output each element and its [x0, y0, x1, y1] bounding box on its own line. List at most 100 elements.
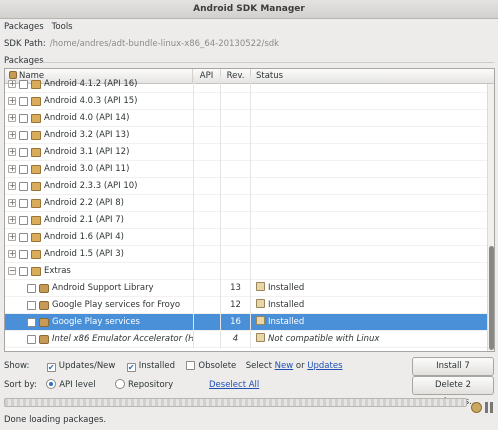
table-row[interactable]: + Android 2.2 (API 8) [5, 195, 488, 212]
row-status-cell: Installed [251, 280, 488, 297]
table-row[interactable]: + Android 4.0 (API 14) [5, 110, 488, 127]
section-divider [42, 62, 494, 63]
expand-icon[interactable]: + [8, 216, 16, 224]
expand-icon[interactable]: + [8, 131, 16, 139]
expand-icon[interactable]: + [8, 182, 16, 190]
row-api-cell [193, 195, 221, 212]
installed-checkbox[interactable]: ✔ [126, 363, 136, 372]
row-checkbox[interactable] [19, 250, 28, 259]
row-checkbox[interactable] [27, 318, 36, 327]
expand-icon[interactable]: + [8, 114, 16, 122]
row-name-cell: Google Play services [5, 314, 193, 331]
folder-icon [31, 114, 41, 123]
table-row[interactable]: + Android 3.2 (API 13) [5, 127, 488, 144]
row-checkbox[interactable] [27, 335, 36, 344]
row-checkbox[interactable] [19, 80, 28, 89]
row-rev-cell [221, 144, 251, 161]
install-packages-button[interactable]: Install 7 packages... [412, 357, 494, 388]
table-row[interactable]: + Android 1.5 (API 3) [5, 246, 488, 263]
scrollbar-thumb[interactable] [489, 246, 494, 350]
row-name-label: Android 2.2 (API 8) [44, 198, 124, 208]
table-row[interactable]: + Android 1.6 (API 4) [5, 229, 488, 246]
row-checkbox[interactable] [19, 165, 28, 174]
expand-icon[interactable]: + [8, 199, 16, 207]
vertical-scrollbar[interactable] [487, 84, 494, 351]
row-api-cell [193, 76, 221, 93]
table-row[interactable]: + Android 3.0 (API 11) [5, 161, 488, 178]
row-rev-cell [221, 161, 251, 178]
select-updates-link[interactable]: Updates [307, 361, 342, 371]
row-status-cell: Not compatible with Linux [251, 331, 488, 348]
row-rev-cell [221, 110, 251, 127]
stop-icon[interactable] [471, 402, 482, 413]
obsolete-checkbox[interactable] [186, 361, 196, 370]
table-row[interactable]: + Android 3.1 (API 12) [5, 144, 488, 161]
row-name-cell: + Android 4.1.2 (API 16) [5, 76, 193, 93]
row-rev-cell [221, 127, 251, 144]
row-status-cell [251, 144, 488, 161]
table-row[interactable]: + Android 2.3.3 (API 10) [5, 178, 488, 195]
window-title: Android SDK Manager [193, 4, 305, 14]
sdk-path-value: /home/andres/adt-bundle-linux-x86_64-201… [49, 39, 280, 49]
row-name-label: Android Support Library [52, 283, 154, 293]
deselect-all-link[interactable]: Deselect All [209, 377, 259, 393]
table-row[interactable]: Google Play services 16 Installed [5, 314, 488, 331]
row-name-label: Android 3.2 (API 13) [44, 130, 130, 140]
package-icon [39, 284, 49, 293]
expand-icon[interactable]: + [8, 80, 16, 88]
table-row[interactable]: + Android 2.1 (API 7) [5, 212, 488, 229]
row-checkbox[interactable] [19, 267, 28, 276]
row-name-cell: − Extras [5, 263, 193, 280]
expand-icon[interactable]: + [8, 148, 16, 156]
select-label: Select [245, 361, 272, 371]
table-row[interactable]: − Extras [5, 263, 488, 280]
updates-new-checkbox[interactable]: ✔ [46, 363, 56, 372]
collapse-icon[interactable]: − [8, 267, 16, 275]
row-checkbox[interactable] [27, 284, 36, 293]
row-name-cell: + Android 4.0 (API 14) [5, 110, 193, 127]
row-name-label: Intel x86 Emulator Accelerator (HAXM in [52, 334, 193, 344]
select-new-link[interactable]: New [275, 361, 294, 371]
expand-icon[interactable]: + [8, 233, 16, 241]
folder-icon [31, 165, 41, 174]
delete-packages-button[interactable]: Delete 2 packages... [412, 376, 494, 407]
folder-icon [31, 250, 41, 259]
row-status-cell [251, 161, 488, 178]
row-api-cell [193, 93, 221, 110]
row-name-label: Extras [44, 266, 71, 276]
show-label: Show: [4, 361, 30, 371]
or-label: or [295, 361, 305, 371]
table-row[interactable]: Intel x86 Emulator Accelerator (HAXM in 4… [5, 331, 488, 348]
row-checkbox[interactable] [19, 131, 28, 140]
row-status-cell: Installed [251, 297, 488, 314]
status-text: Done loading packages. [4, 415, 107, 425]
expand-icon[interactable]: + [8, 250, 16, 258]
row-checkbox[interactable] [19, 216, 28, 225]
row-checkbox[interactable] [27, 301, 36, 310]
table-row[interactable]: Android Support Library 13 Installed [5, 280, 488, 297]
row-checkbox[interactable] [19, 148, 28, 157]
row-checkbox[interactable] [19, 97, 28, 106]
row-rev-cell [221, 76, 251, 93]
show-options: Show: ✔ Updates/New ✔ Installed Obsolete S… [4, 358, 343, 374]
row-checkbox[interactable] [19, 199, 28, 208]
window-titlebar[interactable]: Android SDK Manager [0, 0, 498, 19]
expand-icon[interactable]: + [8, 165, 16, 173]
row-api-cell [193, 178, 221, 195]
api-level-radio[interactable] [46, 379, 57, 389]
table-row[interactable]: + Android 4.0.3 (API 15) [5, 93, 488, 110]
menu-tools[interactable]: Tools [48, 19, 77, 35]
row-api-cell [193, 144, 221, 161]
table-row[interactable]: Google Play services for Froyo 12 Installe… [5, 297, 488, 314]
menu-packages[interactable]: Packages [0, 19, 48, 35]
row-checkbox[interactable] [19, 233, 28, 242]
folder-icon [31, 131, 41, 140]
repository-radio[interactable] [114, 379, 125, 389]
row-name-cell: + Android 1.5 (API 3) [5, 246, 193, 263]
row-checkbox[interactable] [19, 114, 28, 123]
expand-icon[interactable]: + [8, 97, 16, 105]
row-checkbox[interactable] [19, 182, 28, 191]
pause-icon[interactable] [485, 402, 493, 413]
table-row[interactable]: + Android 4.1.2 (API 16) [5, 76, 488, 93]
row-rev-cell: 16 [221, 314, 251, 331]
